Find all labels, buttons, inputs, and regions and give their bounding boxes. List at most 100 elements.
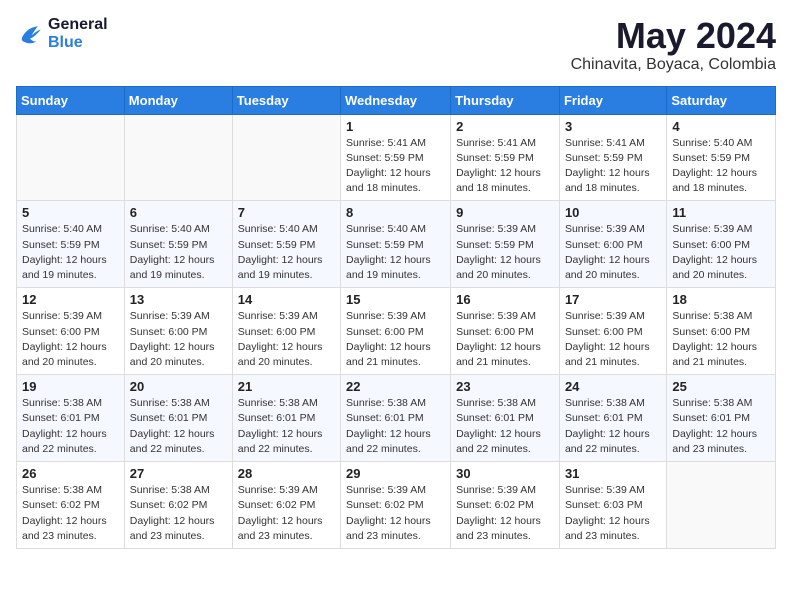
- calendar-cell: 2 Sunrise: 5:41 AMSunset: 5:59 PMDaylight…: [451, 114, 560, 201]
- week-row-5: 26 Sunrise: 5:38 AMSunset: 6:02 PMDayligh…: [17, 462, 776, 549]
- day-number: 22: [346, 379, 445, 394]
- calendar-cell: 26 Sunrise: 5:38 AMSunset: 6:02 PMDayligh…: [17, 462, 125, 549]
- calendar-cell: 20Sunrise: 5:38 AMSunset: 6:01 PMDayligh…: [124, 375, 232, 462]
- day-info: Sunrise: 5:39 AMSunset: 6:00 PMDaylight:…: [456, 309, 554, 370]
- day-number: 4: [672, 119, 770, 134]
- day-number: 18: [672, 292, 770, 307]
- calendar-cell: 16Sunrise: 5:39 AMSunset: 6:00 PMDayligh…: [451, 288, 560, 375]
- calendar-cell: 25Sunrise: 5:38 AMSunset: 6:01 PMDayligh…: [667, 375, 776, 462]
- calendar-cell: 22 Sunrise: 5:38 AMSunset: 6:01 PMDayligh…: [341, 375, 451, 462]
- day-info: Sunrise: 5:39 AMSunset: 6:00 PMDaylight:…: [238, 309, 335, 370]
- calendar-cell: 10Sunrise: 5:39 AMSunset: 6:00 PMDayligh…: [559, 201, 666, 288]
- day-number: 9: [456, 205, 554, 220]
- days-header-row: SundayMondayTuesdayWednesdayThursdayFrid…: [17, 86, 776, 114]
- day-info: Sunrise: 5:39 AMSunset: 6:03 PMDaylight:…: [565, 483, 661, 544]
- calendar-cell: 3Sunrise: 5:41 AMSunset: 5:59 PMDaylight…: [559, 114, 666, 201]
- calendar-cell: 27 Sunrise: 5:38 AMSunset: 6:02 PMDayligh…: [124, 462, 232, 549]
- calendar-cell: 29 Sunrise: 5:39 AMSunset: 6:02 PMDayligh…: [341, 462, 451, 549]
- day-number: 15: [346, 292, 445, 307]
- calendar-cell: 8Sunrise: 5:40 AMSunset: 5:59 PMDaylight…: [341, 201, 451, 288]
- calendar-cell: [232, 114, 340, 201]
- calendar-cell: 11Sunrise: 5:39 AMSunset: 6:00 PMDayligh…: [667, 201, 776, 288]
- calendar-cell: 19 Sunrise: 5:38 AMSunset: 6:01 PMDayligh…: [17, 375, 125, 462]
- day-info: Sunrise: 5:38 AMSunset: 6:01 PMDaylight:…: [238, 396, 335, 457]
- month-title: May 2024: [571, 16, 776, 56]
- day-number: 8: [346, 205, 445, 220]
- day-info: Sunrise: 5:38 AMSunset: 6:01 PMDaylight:…: [22, 396, 119, 457]
- calendar-cell: 18 Sunrise: 5:38 AMSunset: 6:00 PMDayligh…: [667, 288, 776, 375]
- day-info: Sunrise: 5:40 AMSunset: 5:59 PMDaylight:…: [238, 222, 335, 283]
- day-info: Sunrise: 5:38 AMSunset: 6:01 PMDaylight:…: [346, 396, 445, 457]
- day-info: Sunrise: 5:39 AMSunset: 5:59 PMDaylight:…: [456, 222, 554, 283]
- day-number: 19: [22, 379, 119, 394]
- day-number: 24: [565, 379, 661, 394]
- logo-text: General Blue: [48, 16, 108, 52]
- calendar-cell: 21 Sunrise: 5:38 AMSunset: 6:01 PMDayligh…: [232, 375, 340, 462]
- day-number: 6: [130, 205, 227, 220]
- day-info: Sunrise: 5:38 AMSunset: 6:02 PMDaylight:…: [130, 483, 227, 544]
- day-info: Sunrise: 5:39 AMSunset: 6:00 PMDaylight:…: [346, 309, 445, 370]
- day-number: 5: [22, 205, 119, 220]
- calendar-cell: 28 Sunrise: 5:39 AMSunset: 6:02 PMDayligh…: [232, 462, 340, 549]
- calendar-cell: 5 Sunrise: 5:40 AMSunset: 5:59 PMDaylight…: [17, 201, 125, 288]
- day-info: Sunrise: 5:39 AMSunset: 6:02 PMDaylight:…: [346, 483, 445, 544]
- day-info: Sunrise: 5:39 AMSunset: 6:00 PMDaylight:…: [130, 309, 227, 370]
- day-number: 17: [565, 292, 661, 307]
- day-header-friday: Friday: [559, 86, 666, 114]
- calendar-cell: 23Sunrise: 5:38 AMSunset: 6:01 PMDayligh…: [451, 375, 560, 462]
- calendar-cell: 13 Sunrise: 5:39 AMSunset: 6:00 PMDayligh…: [124, 288, 232, 375]
- calendar-cell: 1 Sunrise: 5:41 AMSunset: 5:59 PMDaylight…: [341, 114, 451, 201]
- day-number: 21: [238, 379, 335, 394]
- calendar-cell: [17, 114, 125, 201]
- day-header-thursday: Thursday: [451, 86, 560, 114]
- day-info: Sunrise: 5:40 AMSunset: 5:59 PMDaylight:…: [22, 222, 119, 283]
- day-info: Sunrise: 5:41 AMSunset: 5:59 PMDaylight:…: [565, 136, 661, 197]
- calendar-cell: 14 Sunrise: 5:39 AMSunset: 6:00 PMDayligh…: [232, 288, 340, 375]
- calendar-cell: 9 Sunrise: 5:39 AMSunset: 5:59 PMDaylight…: [451, 201, 560, 288]
- calendar-cell: 12Sunrise: 5:39 AMSunset: 6:00 PMDayligh…: [17, 288, 125, 375]
- logo[interactable]: General Blue: [16, 16, 108, 52]
- day-header-saturday: Saturday: [667, 86, 776, 114]
- day-number: 12: [22, 292, 119, 307]
- day-number: 14: [238, 292, 335, 307]
- week-row-1: 1 Sunrise: 5:41 AMSunset: 5:59 PMDaylight…: [17, 114, 776, 201]
- day-number: 28: [238, 466, 335, 481]
- day-header-sunday: Sunday: [17, 86, 125, 114]
- calendar-cell: 17 Sunrise: 5:39 AMSunset: 6:00 PMDayligh…: [559, 288, 666, 375]
- calendar-table: SundayMondayTuesdayWednesdayThursdayFrid…: [16, 86, 776, 549]
- day-info: Sunrise: 5:39 AMSunset: 6:00 PMDaylight:…: [565, 309, 661, 370]
- day-header-tuesday: Tuesday: [232, 86, 340, 114]
- day-info: Sunrise: 5:38 AMSunset: 6:01 PMDaylight:…: [672, 396, 770, 457]
- calendar-cell: 7Sunrise: 5:40 AMSunset: 5:59 PMDaylight…: [232, 201, 340, 288]
- day-header-wednesday: Wednesday: [341, 86, 451, 114]
- day-info: Sunrise: 5:39 AMSunset: 6:02 PMDaylight:…: [238, 483, 335, 544]
- day-number: 11: [672, 205, 770, 220]
- day-number: 2: [456, 119, 554, 134]
- day-number: 23: [456, 379, 554, 394]
- day-number: 30: [456, 466, 554, 481]
- day-info: Sunrise: 5:41 AMSunset: 5:59 PMDaylight:…: [346, 136, 445, 197]
- day-header-monday: Monday: [124, 86, 232, 114]
- title-area: May 2024 Chinavita, Boyaca, Colombia: [571, 16, 776, 74]
- day-info: Sunrise: 5:38 AMSunset: 6:01 PMDaylight:…: [565, 396, 661, 457]
- day-info: Sunrise: 5:38 AMSunset: 6:02 PMDaylight:…: [22, 483, 119, 544]
- day-info: Sunrise: 5:41 AMSunset: 5:59 PMDaylight:…: [456, 136, 554, 197]
- day-info: Sunrise: 5:39 AMSunset: 6:02 PMDaylight:…: [456, 483, 554, 544]
- calendar-cell: [667, 462, 776, 549]
- day-number: 1: [346, 119, 445, 134]
- day-number: 27: [130, 466, 227, 481]
- header-area: General Blue May 2024 Chinavita, Boyaca,…: [16, 16, 776, 74]
- bird-icon: [16, 20, 44, 48]
- day-info: Sunrise: 5:40 AMSunset: 5:59 PMDaylight:…: [672, 136, 770, 197]
- calendar-cell: 15 Sunrise: 5:39 AMSunset: 6:00 PMDayligh…: [341, 288, 451, 375]
- day-number: 20: [130, 379, 227, 394]
- calendar-cell: 31Sunrise: 5:39 AMSunset: 6:03 PMDayligh…: [559, 462, 666, 549]
- day-number: 29: [346, 466, 445, 481]
- day-info: Sunrise: 5:38 AMSunset: 6:00 PMDaylight:…: [672, 309, 770, 370]
- day-info: Sunrise: 5:40 AMSunset: 5:59 PMDaylight:…: [130, 222, 227, 283]
- calendar-cell: [124, 114, 232, 201]
- calendar-cell: 4 Sunrise: 5:40 AMSunset: 5:59 PMDaylight…: [667, 114, 776, 201]
- calendar-cell: 24 Sunrise: 5:38 AMSunset: 6:01 PMDayligh…: [559, 375, 666, 462]
- day-number: 13: [130, 292, 227, 307]
- day-number: 26: [22, 466, 119, 481]
